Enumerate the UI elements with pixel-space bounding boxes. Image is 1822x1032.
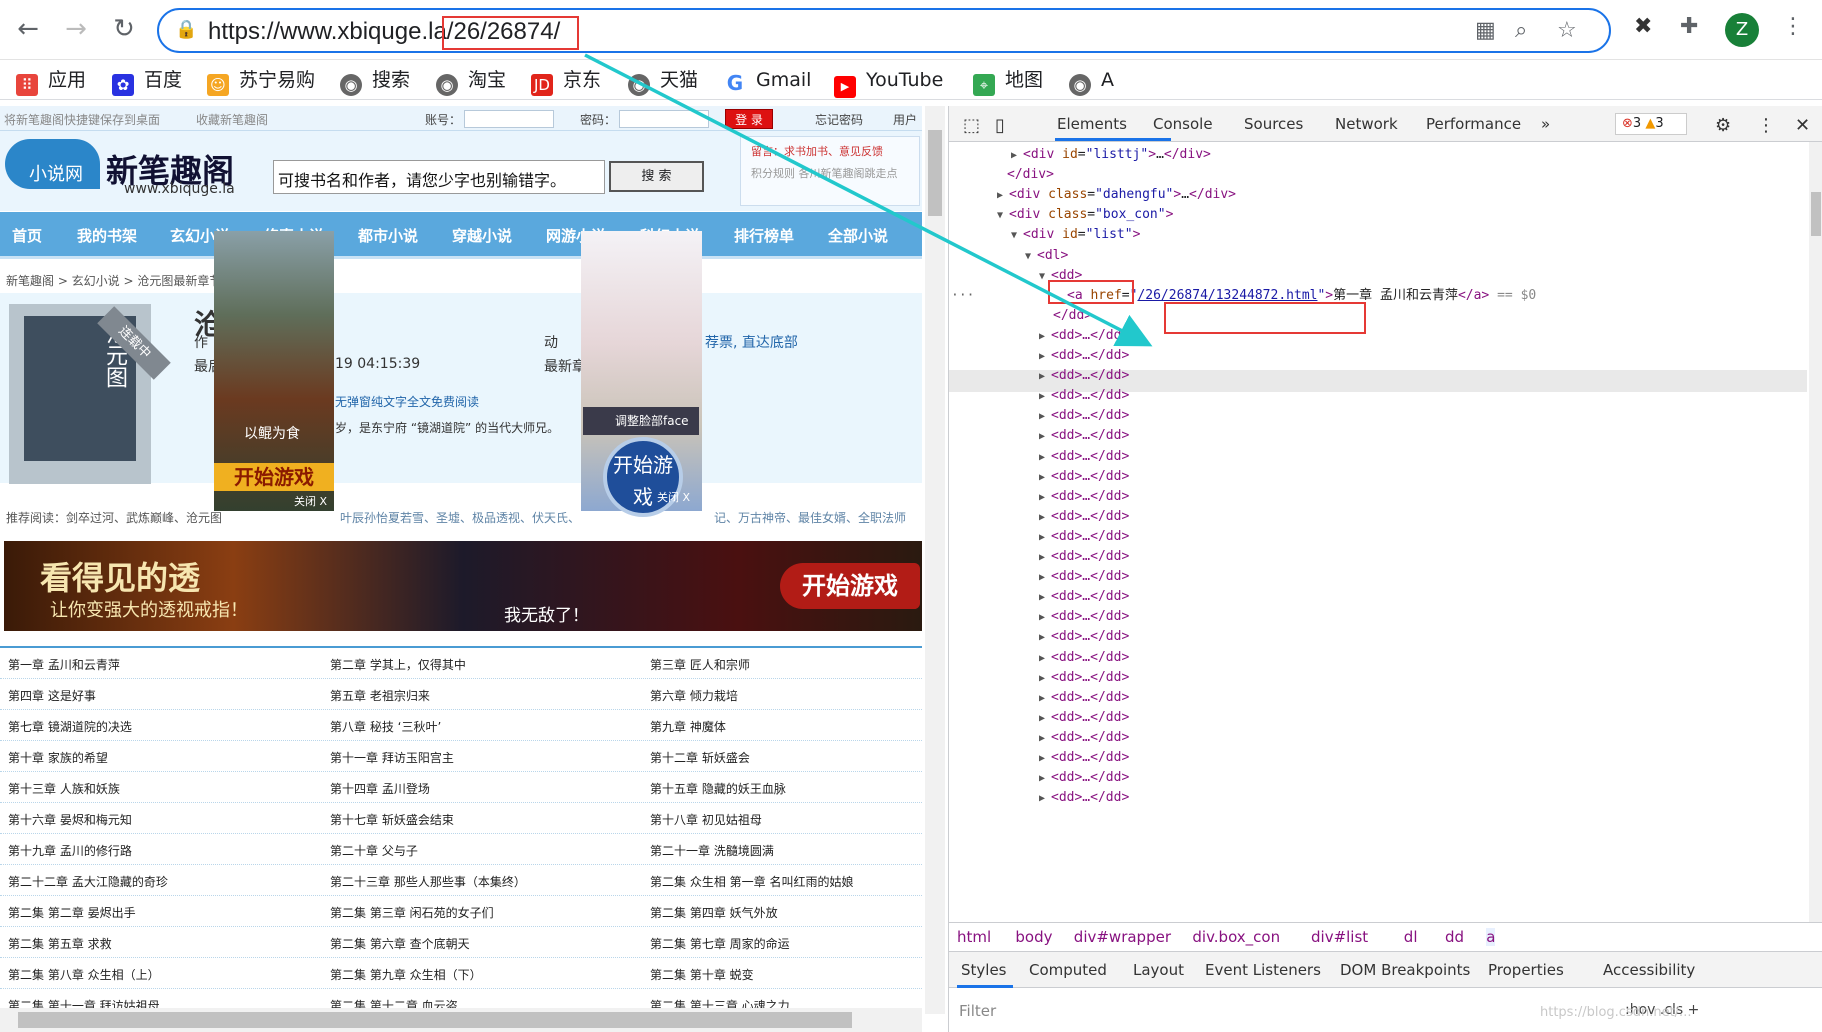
screen: ← → ↻ 🔒 https://www.xbiquge.la/26/26874/… [0, 0, 1822, 1032]
watermark: https://blog.csdn.net/... [1540, 1005, 1692, 1020]
annotation-arrow [584, 53, 1153, 347]
